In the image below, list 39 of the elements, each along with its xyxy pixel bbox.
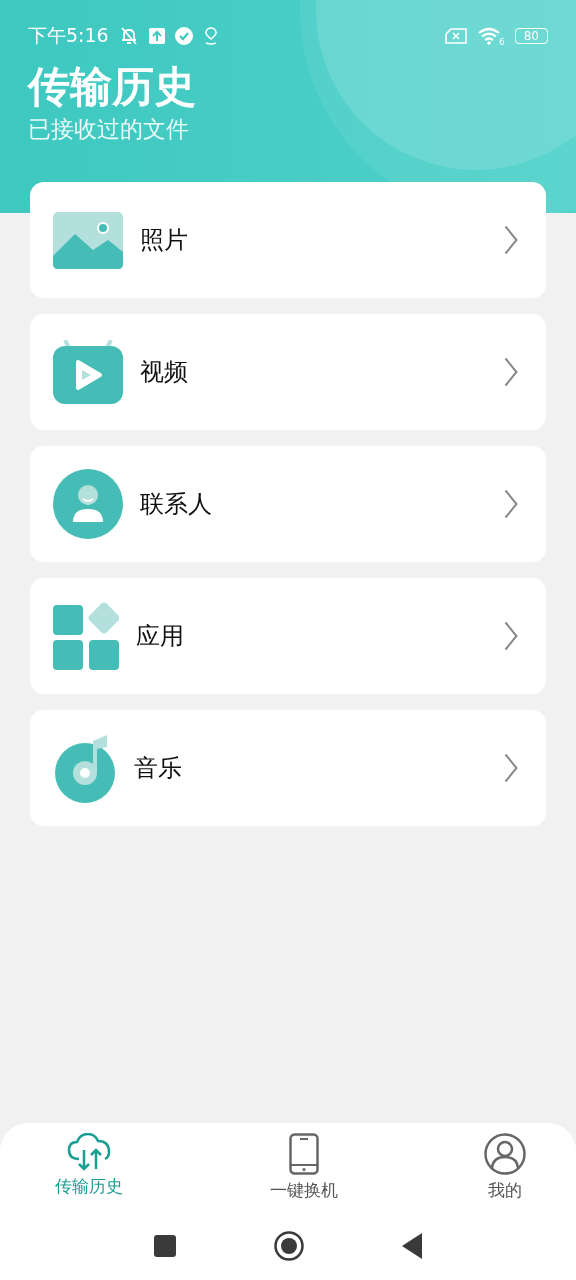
status-time: 下午5:16 [28, 23, 109, 48]
apps-icon [53, 602, 119, 670]
chevron-right-icon [504, 621, 518, 651]
category-card[interactable]: 联系人 [30, 446, 546, 562]
wifi-label: 6 [499, 37, 505, 47]
muted-bell-icon [118, 26, 139, 46]
category-card[interactable]: 应用 [30, 578, 546, 694]
category-card[interactable]: 视频 [30, 314, 546, 430]
category-label: 应用 [136, 621, 185, 652]
music-icon [53, 733, 117, 803]
check-circle-icon [174, 27, 193, 45]
chevron-right-icon [504, 489, 518, 519]
no-sim-icon [445, 28, 467, 44]
image-icon [53, 211, 123, 269]
chevron-right-icon [504, 357, 518, 387]
back-icon[interactable] [402, 1232, 422, 1259]
upload-icon [148, 28, 165, 44]
category-label: 音乐 [134, 753, 183, 784]
page-title: 传输历史 [28, 62, 197, 112]
page-subtitle: 已接收过的文件 [28, 115, 190, 144]
battery-level: 80 [514, 28, 548, 44]
category-card[interactable]: 照片 [30, 182, 546, 298]
nav-tab[interactable]: 一键换机 [269, 1133, 338, 1219]
chevron-right-icon [504, 753, 518, 783]
video-icon [53, 340, 123, 404]
home-icon[interactable] [274, 1230, 304, 1261]
recents-icon[interactable] [154, 1234, 176, 1257]
category-label: 视频 [140, 357, 189, 388]
nav-tab[interactable]: 我的 [484, 1133, 526, 1219]
category-card[interactable]: 音乐 [30, 710, 546, 826]
person-icon [53, 469, 123, 539]
user-icon [484, 1133, 526, 1175]
chevron-right-icon [504, 225, 518, 255]
category-label: 照片 [140, 225, 189, 256]
cloud-transfer-icon [67, 1133, 111, 1171]
category-label: 联系人 [140, 489, 213, 520]
phone-icon [288, 1133, 319, 1175]
wifi-icon [477, 27, 501, 45]
location-icon [202, 27, 219, 45]
